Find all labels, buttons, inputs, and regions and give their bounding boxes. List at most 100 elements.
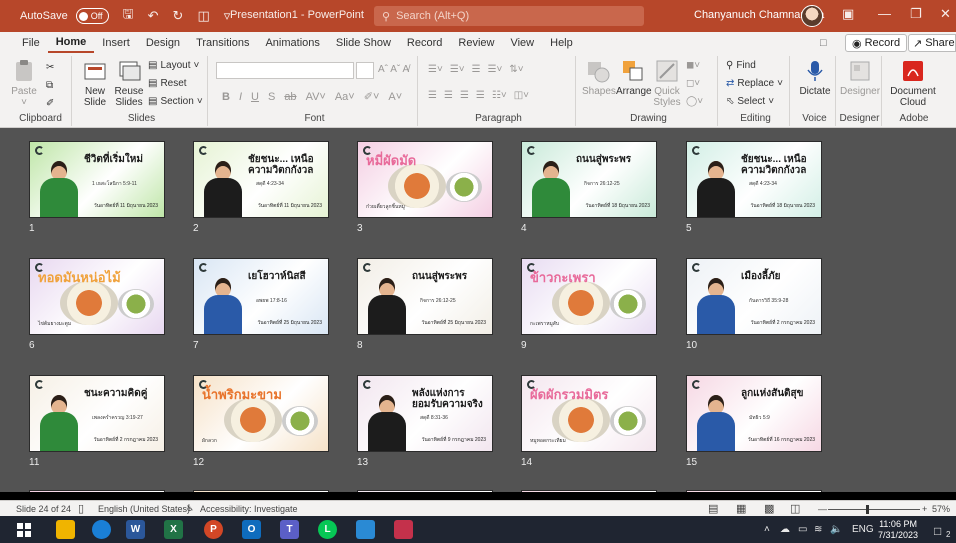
- slide-thumbnail-partial[interactable]: [29, 490, 165, 492]
- slide-thumbnail-partial[interactable]: [686, 490, 822, 492]
- tab-file[interactable]: File: [14, 34, 48, 52]
- windows-start-icon[interactable]: [14, 520, 33, 539]
- reading-view-icon[interactable]: ▩: [764, 502, 774, 515]
- align-left-icon[interactable]: ☰: [428, 90, 437, 101]
- slide-thumbnail-partial[interactable]: [521, 490, 657, 492]
- align-right-icon[interactable]: ☰: [460, 90, 469, 101]
- word-icon[interactable]: W: [126, 520, 145, 539]
- notes-icon[interactable]: ▯: [78, 502, 84, 515]
- battery-icon[interactable]: ▭: [798, 524, 807, 535]
- slideshow-view-icon[interactable]: ◫: [790, 502, 800, 515]
- excel-icon[interactable]: X: [164, 520, 183, 539]
- edge-icon[interactable]: [92, 520, 111, 539]
- shape-outline-icon[interactable]: ◻˅: [686, 78, 700, 89]
- font-family-select[interactable]: [216, 62, 354, 79]
- accessibility-icon[interactable]: ♿: [186, 503, 194, 514]
- slide-thumbnail[interactable]: น้ำพริกมะขาม ผักลวก: [193, 375, 329, 452]
- tab-animations[interactable]: Animations: [257, 34, 327, 52]
- tab-record[interactable]: Record: [399, 34, 450, 52]
- pinned-app-icon[interactable]: [394, 520, 413, 539]
- tab-view[interactable]: View: [502, 34, 542, 52]
- zoom-slider[interactable]: [828, 509, 920, 510]
- slide-thumbnail[interactable]: วันอาทิตย์ที่ 16 กรกฎาคม 2023 ลูกแห่งสันต…: [686, 375, 822, 452]
- numbering-icon[interactable]: ☰˅: [450, 64, 465, 75]
- smartart-icon[interactable]: ◫˅: [514, 90, 529, 101]
- present-icon[interactable]: ◫: [197, 8, 209, 24]
- slide-thumbnail[interactable]: วันอาทิตย์ที่ 11 มิถุนายน 2023 ชีวิตที่เร…: [29, 141, 165, 218]
- columns-icon[interactable]: ☷˅: [492, 90, 507, 101]
- format-painter-icon[interactable]: ✐: [46, 98, 54, 109]
- reuse-slides-button[interactable]: Reuse Slides: [114, 58, 144, 108]
- change-case-icon[interactable]: Aa˅: [335, 91, 355, 103]
- designer-button[interactable]: Designer: [840, 58, 880, 97]
- bullets-icon[interactable]: ☰˅: [428, 64, 443, 75]
- comments-icon[interactable]: □: [820, 37, 827, 49]
- tab-insert[interactable]: Insert: [94, 34, 138, 52]
- slide-thumbnail[interactable]: วันอาทิตย์ที่ 18 มิถุนายน 2023 ถนนสู่พระพ…: [521, 141, 657, 218]
- reset-button[interactable]: ▤ Reset: [148, 78, 187, 89]
- teams-icon[interactable]: T: [280, 520, 299, 539]
- underline-icon[interactable]: U: [251, 91, 259, 103]
- notifications-icon[interactable]: □: [934, 524, 941, 538]
- zoom-in-icon[interactable]: +: [922, 504, 927, 514]
- slide-thumbnail-partial[interactable]: [357, 490, 493, 492]
- slide-thumbnail[interactable]: วันอาทิตย์ที่ 18 มิถุนายน 2023 ชัยชนะ... …: [686, 141, 822, 218]
- slide-thumbnail[interactable]: วันอาทิตย์ที่ 9 กรกฎาคม 2023 พลังแห่งการย…: [357, 375, 493, 452]
- autosave-toggle[interactable]: Off: [75, 8, 109, 24]
- find-button[interactable]: ⚲ Find: [726, 60, 756, 71]
- zoom-level[interactable]: 57%: [932, 504, 950, 514]
- strikethrough-icon[interactable]: ab: [284, 91, 296, 103]
- select-button[interactable]: ⬁ Select ˅: [726, 96, 774, 107]
- slide-thumbnail[interactable]: วันอาทิตย์ที่ 25 มิถุนายน 2023 ถนนสู่พระพ…: [357, 258, 493, 335]
- tab-review[interactable]: Review: [450, 34, 502, 52]
- slide-thumbnail[interactable]: วันอาทิตย์ที่ 25 มิถุนายน 2023 เยโฮวาห์นิ…: [193, 258, 329, 335]
- volume-icon[interactable]: 🔈: [830, 524, 842, 535]
- close-icon[interactable]: ✕: [940, 6, 951, 22]
- font-size-select[interactable]: [356, 62, 374, 79]
- zoom-slider-handle[interactable]: [866, 505, 869, 514]
- decrease-indent-icon[interactable]: ☰: [472, 64, 481, 75]
- slide-thumbnail[interactable]: วันอาทิตย์ที่ 2 กรกฎาคม 2023 เมืองลี้ภัยก…: [686, 258, 822, 335]
- increase-font-icon[interactable]: Aˆ Aˇ A̸: [378, 64, 409, 75]
- layout-button[interactable]: ▤ Layout ˅: [148, 60, 199, 71]
- replace-button[interactable]: ⇄ Replace ˅: [726, 78, 783, 89]
- file-explorer-icon[interactable]: [56, 520, 75, 539]
- tab-design[interactable]: Design: [138, 34, 188, 52]
- arrange-button[interactable]: Arrange: [616, 58, 652, 97]
- share-button[interactable]: ↗ Share: [908, 34, 956, 52]
- avatar[interactable]: [801, 5, 823, 27]
- accessibility-status[interactable]: Accessibility: Investigate: [200, 504, 298, 514]
- slide-thumbnail[interactable]: วันอาทิตย์ที่ 11 มิถุนายน 2023 ชัยชนะ... …: [193, 141, 329, 218]
- slide-thumbnail[interactable]: ข้าวกะเพรา กะเพราหมูสับ: [521, 258, 657, 335]
- italic-icon[interactable]: I: [239, 91, 242, 103]
- copy-icon[interactable]: ⧉: [46, 80, 53, 91]
- language-status[interactable]: English (United States): [98, 504, 190, 514]
- save-icon[interactable]: 🖫: [123, 5, 134, 27]
- powerpoint-icon[interactable]: P: [204, 520, 223, 539]
- font-color-icon[interactable]: A˅: [388, 91, 402, 103]
- align-center-icon[interactable]: ☰: [444, 90, 453, 101]
- onedrive-icon[interactable]: ☁: [780, 524, 790, 535]
- record-button[interactable]: ◉ Record: [845, 34, 908, 52]
- shape-effects-icon[interactable]: ◯˅: [686, 96, 703, 107]
- tab-home[interactable]: Home: [47, 33, 95, 53]
- section-button[interactable]: ▤ Section ˅: [148, 96, 203, 107]
- slide-thumbnail[interactable]: ทอดมันหน่อไม้ ไข่ต้มยางมะตูม: [29, 258, 165, 335]
- normal-view-icon[interactable]: ▤: [708, 502, 718, 515]
- photos-icon[interactable]: [356, 520, 375, 539]
- tab-slide-show[interactable]: Slide Show: [328, 34, 399, 52]
- tab-help[interactable]: Help: [542, 34, 581, 52]
- undo-icon[interactable]: ↶: [148, 8, 159, 24]
- slide-thumbnail-partial[interactable]: [193, 490, 329, 492]
- shadow-icon[interactable]: S: [268, 91, 275, 103]
- dictate-button[interactable]: Dictate: [796, 58, 834, 97]
- tab-transitions[interactable]: Transitions: [188, 34, 257, 52]
- shapes-button[interactable]: Shapes: [582, 58, 616, 97]
- zoom-out-icon[interactable]: —: [818, 504, 827, 514]
- highlight-icon[interactable]: ✐˅: [364, 90, 380, 103]
- minimize-icon[interactable]: —: [878, 6, 891, 21]
- slide-thumbnail[interactable]: วันอาทิตย์ที่ 2 กรกฎาคม 2023 ชนะความคิดคู…: [29, 375, 165, 452]
- wifi-icon[interactable]: ≋: [814, 524, 822, 535]
- justify-icon[interactable]: ☰: [476, 90, 485, 101]
- slide-thumbnail[interactable]: หมี่ผัดมัด ก๋วยเตี๋ยวลูกชิ้นหมู: [357, 141, 493, 218]
